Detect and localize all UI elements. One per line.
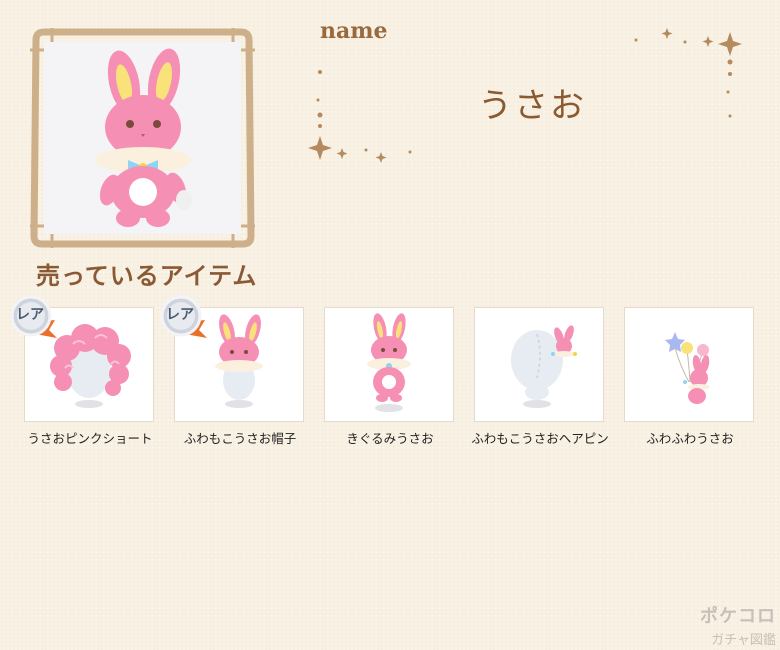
item-label: うさおピンクショート	[27, 431, 153, 446]
sparkle-decoration	[308, 28, 742, 163]
section-title: 売っているアイテム	[36, 262, 258, 290]
rare-badge: レア	[7, 294, 61, 340]
watermark-subtitle: ガチャ図鑑	[711, 633, 776, 648]
bunny-balloon-icon	[665, 332, 710, 404]
bunny-costume-icon	[367, 313, 411, 412]
bunny-hairpin-icon	[511, 325, 577, 408]
item-label: ふわもこうさお帽子	[183, 431, 297, 446]
item-card[interactable]: レア ふわもこうさお帽子	[160, 295, 305, 458]
item-thumbnail[interactable]	[475, 308, 603, 421]
rare-badge-label: レア	[166, 307, 194, 323]
rare-badge: レア	[157, 294, 211, 340]
character-name: うさお	[478, 86, 586, 126]
watermark: ポケコロ ガチャ図鑑	[700, 602, 776, 648]
name-label: name	[320, 18, 388, 44]
item-card[interactable]: きぐるみうさお	[315, 308, 455, 458]
item-label: きぐるみうさお	[346, 431, 434, 446]
item-label: ふわふわうさお	[646, 431, 734, 446]
watermark-title: ポケコロ	[700, 606, 776, 627]
item-thumbnail[interactable]	[625, 308, 753, 421]
item-thumbnail[interactable]	[325, 308, 453, 421]
item-card[interactable]: ふわふわうさお	[615, 308, 755, 458]
item-list: レア うさおピンクショート レア ふわもこうさお帽子 きぐるみうさお ふわもこう…	[0, 295, 780, 458]
item-card[interactable]: レア うさおピンクショート	[10, 295, 155, 458]
item-card[interactable]: ふわもこうさおヘアピン	[465, 308, 609, 458]
rare-badge-label: レア	[16, 307, 44, 323]
item-label: ふわもこうさおヘアピン	[471, 431, 609, 446]
